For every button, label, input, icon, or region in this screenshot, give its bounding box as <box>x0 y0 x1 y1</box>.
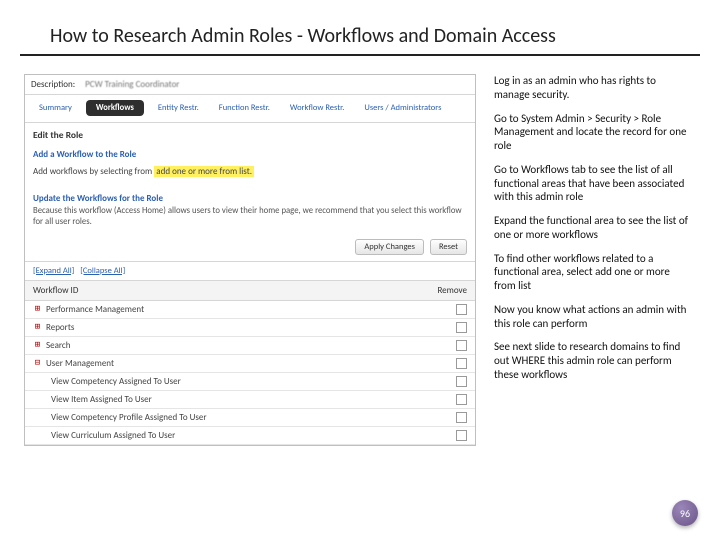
remove-checkbox[interactable] <box>456 340 467 351</box>
row-label: View Competency Assigned To User <box>51 376 181 387</box>
collapse-all-link[interactable]: [Collapse All] <box>80 266 125 276</box>
remove-checkbox[interactable] <box>456 394 467 405</box>
reset-button[interactable]: Reset <box>430 239 467 255</box>
row-label: View Competency Profile Assigned To User <box>51 412 207 423</box>
instruction-step: Expand the functional area to see the li… <box>494 214 692 242</box>
table-header: Workflow ID Remove <box>25 281 475 301</box>
content-row: Description: PCW Training Coordinator Su… <box>0 66 720 446</box>
edit-role-heading: Edit the Role <box>25 123 475 143</box>
row-label: View Item Assigned To User <box>51 394 152 405</box>
instruction-step: Log in as an admin who has rights to man… <box>494 74 692 102</box>
add-line-prefix: Add workflows by selecting from <box>33 166 154 177</box>
table-row: ⊞ Reports <box>25 319 475 337</box>
add-workflow-heading: Add a Workflow to the Role <box>25 143 475 162</box>
remove-checkbox[interactable] <box>456 376 467 387</box>
table-row: ⊞ Search <box>25 337 475 355</box>
plus-icon[interactable]: ⊞ <box>33 340 42 350</box>
tab-workflows[interactable]: Workflows <box>86 100 144 116</box>
workflow-table: Workflow ID Remove ⊞ Performance Manageme… <box>25 280 475 445</box>
update-workflows-heading: Update the Workflows for the Role <box>25 187 475 206</box>
tab-function-restr[interactable]: Function Restr. <box>213 101 276 115</box>
add-line-highlight[interactable]: add one or more from list. <box>154 166 254 177</box>
table-row: View Competency Profile Assigned To User <box>25 409 475 427</box>
plus-icon[interactable]: ⊞ <box>33 322 42 332</box>
button-row: Apply Changes Reset <box>25 235 475 262</box>
tab-entity-restr[interactable]: Entity Restr. <box>152 101 205 115</box>
row-label: Search <box>46 340 70 351</box>
update-note: Because this workflow (Access Home) allo… <box>25 206 475 235</box>
apply-changes-button[interactable]: Apply Changes <box>355 239 424 255</box>
table-row: View Item Assigned To User <box>25 391 475 409</box>
instruction-step: Go to System Admin > Security > Role Man… <box>494 112 692 153</box>
plus-icon[interactable]: ⊞ <box>33 304 42 314</box>
expand-collapse-links: [Expand All] [Collapse All] <box>25 262 475 280</box>
remove-checkbox[interactable] <box>456 430 467 441</box>
app-screenshot: Description: PCW Training Coordinator Su… <box>24 74 476 446</box>
tab-workflow-restr[interactable]: Workflow Restr. <box>284 101 351 115</box>
table-row: View Competency Assigned To User <box>25 373 475 391</box>
table-row: ⊞ Performance Management <box>25 301 475 319</box>
row-label: Reports <box>46 322 74 333</box>
description-label: Description: <box>31 79 75 90</box>
page-number-badge: 96 <box>672 500 698 526</box>
remove-checkbox[interactable] <box>456 412 467 423</box>
expand-all-link[interactable]: [Expand All] <box>33 266 74 276</box>
tab-users-admins[interactable]: Users / Administrators <box>358 101 447 115</box>
table-row: ⊟ User Management <box>25 355 475 373</box>
instruction-step: Go to Workflows tab to see the list of a… <box>494 163 692 204</box>
page-title: How to Research Admin Roles - Workflows … <box>20 0 700 56</box>
remove-checkbox[interactable] <box>456 358 467 369</box>
minus-icon[interactable]: ⊟ <box>33 358 42 368</box>
description-value: PCW Training Coordinator <box>85 79 179 90</box>
row-label: Performance Management <box>46 304 144 315</box>
instruction-list: Log in as an admin who has rights to man… <box>494 74 692 446</box>
instruction-step: Now you know what actions an admin with … <box>494 303 692 331</box>
table-row: View Curriculum Assigned To User <box>25 427 475 445</box>
tabs: Summary Workflows Entity Restr. Function… <box>25 95 475 123</box>
th-remove: Remove <box>437 285 467 296</box>
row-label: View Curriculum Assigned To User <box>51 430 175 441</box>
remove-checkbox[interactable] <box>456 304 467 315</box>
description-row: Description: PCW Training Coordinator <box>25 75 475 95</box>
add-workflow-text: Add workflows by selecting from add one … <box>25 162 475 187</box>
remove-checkbox[interactable] <box>456 322 467 333</box>
row-label: User Management <box>46 358 114 369</box>
instruction-step: To find other workflows related to a fun… <box>494 252 692 293</box>
instruction-step: See next slide to research domains to fi… <box>494 340 692 381</box>
tab-summary[interactable]: Summary <box>33 101 78 115</box>
th-workflow-id: Workflow ID <box>33 285 78 296</box>
